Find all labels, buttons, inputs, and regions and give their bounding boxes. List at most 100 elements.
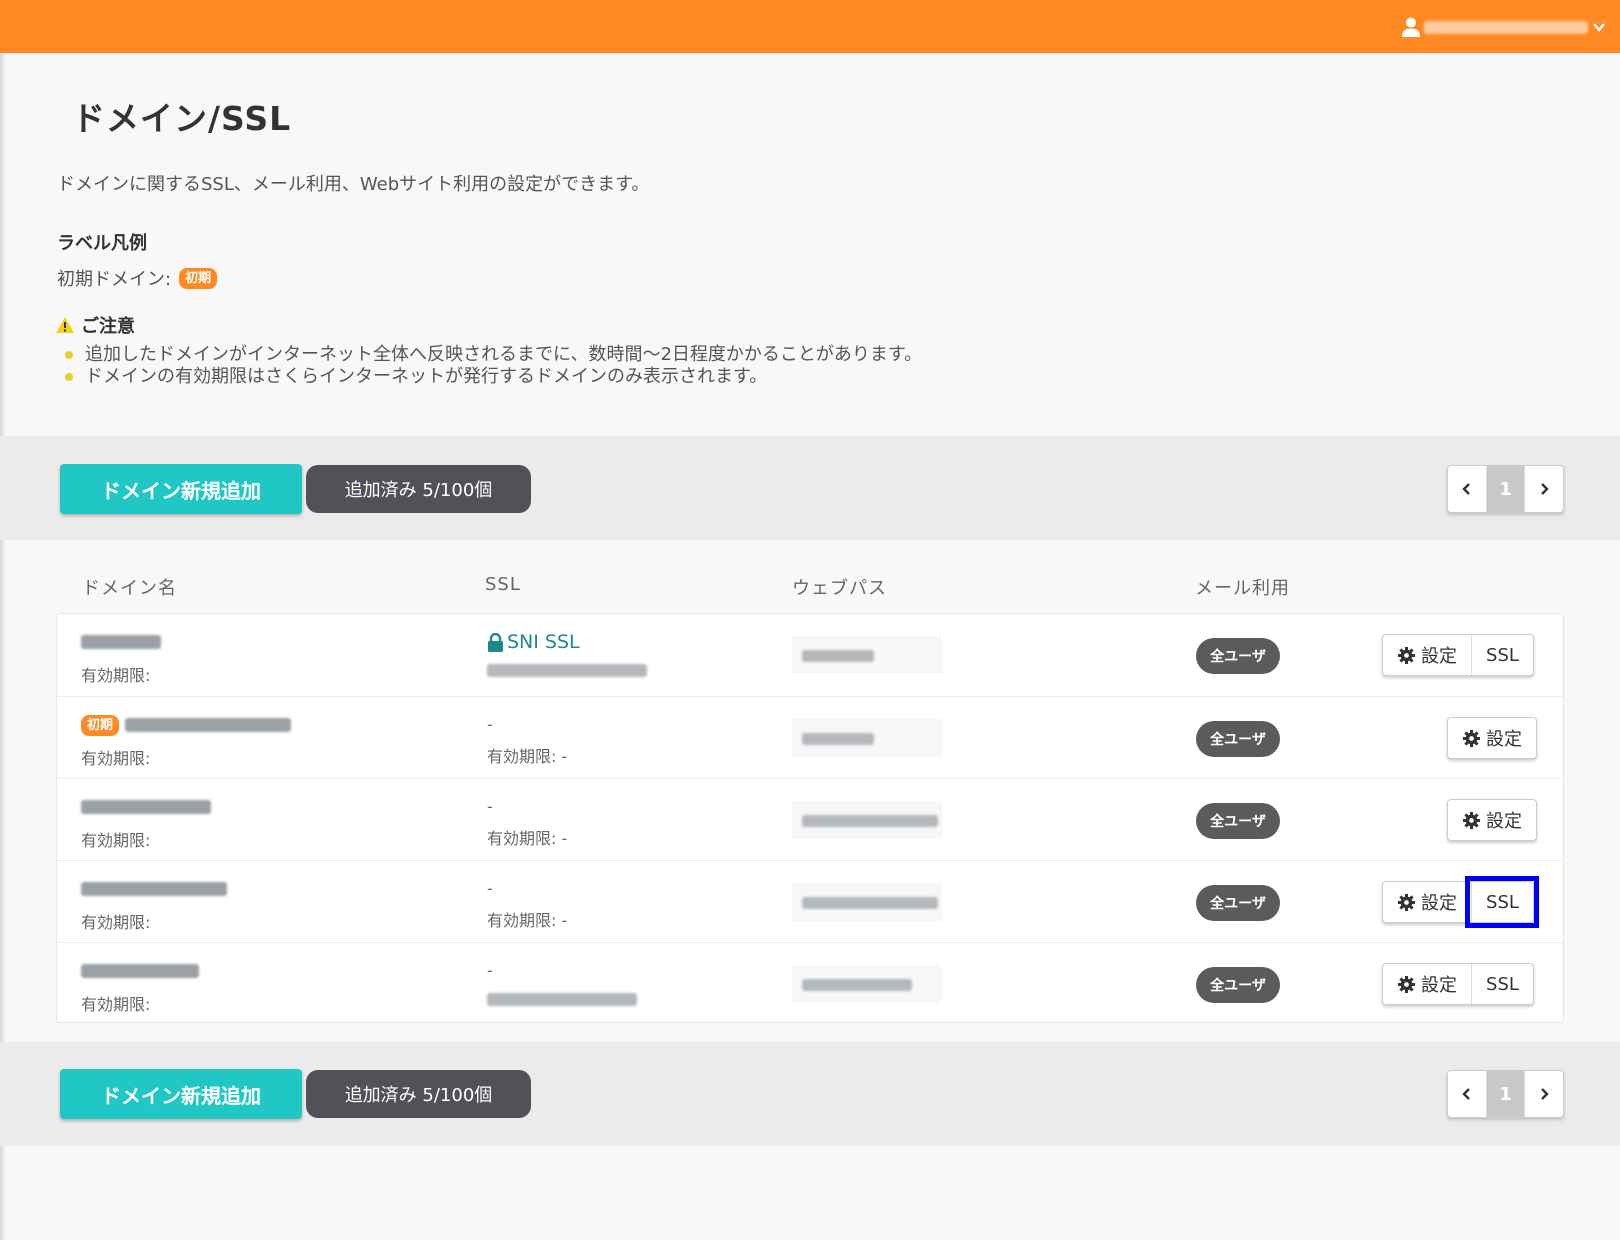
domain-name-redacted[interactable] bbox=[125, 718, 292, 732]
next-page-button[interactable] bbox=[1524, 466, 1563, 512]
mail-usage-badge: 全ユーザ bbox=[1196, 967, 1280, 1003]
web-path-cell bbox=[792, 801, 942, 839]
domain-expiry: 有効期限: bbox=[81, 995, 151, 1014]
domain-name-redacted[interactable] bbox=[81, 964, 199, 978]
notice-item: 追加したドメインがインターネット全体へ反映されるまでに、数時間〜2日程度かかるこ… bbox=[63, 344, 922, 366]
chevron-down-icon bbox=[1593, 23, 1605, 32]
table-row: 有効期限: SNI SSL 全ユーザ 設定 SSL bbox=[57, 614, 1563, 696]
pagination: 1 bbox=[1447, 1070, 1564, 1118]
domain-cell: 有効期限: bbox=[81, 959, 199, 1015]
gear-icon bbox=[1397, 893, 1416, 911]
web-path-redacted bbox=[802, 733, 874, 745]
row-actions: 設定 SSL bbox=[1382, 634, 1534, 676]
settings-button[interactable]: 設定 bbox=[1448, 718, 1536, 758]
ssl-cell: - 有効期限: - bbox=[487, 877, 568, 930]
web-path-redacted bbox=[802, 897, 938, 909]
domain-expiry: 有効期限: bbox=[81, 913, 151, 932]
mail-usage-badge: 全ユーザ bbox=[1196, 721, 1280, 757]
web-path-redacted bbox=[802, 815, 938, 827]
prev-page-button[interactable] bbox=[1448, 1071, 1487, 1117]
row-actions: 設定 bbox=[1447, 717, 1537, 759]
toolbar-top: ドメイン新規追加 追加済み 5/100個 1 bbox=[0, 436, 1620, 540]
gear-icon bbox=[1462, 811, 1481, 829]
ssl-expiry: 有効期限: - bbox=[487, 911, 568, 930]
ssl-button-highlighted[interactable]: SSL bbox=[1465, 876, 1539, 928]
account-name-redacted bbox=[1424, 20, 1588, 34]
column-header-domain: ドメイン名 bbox=[82, 578, 177, 599]
settings-label: 設定 bbox=[1486, 811, 1522, 832]
domain-count: 追加済み 5/100個 bbox=[306, 465, 531, 513]
domain-table: 有効期限: SNI SSL 全ユーザ 設定 SSL 初期 有効期限: - 有効期… bbox=[56, 613, 1564, 1023]
table-row: 有効期限: - 全ユーザ 設定 SSL bbox=[57, 942, 1563, 1024]
chevron-right-icon bbox=[1541, 483, 1549, 495]
settings-button[interactable]: 設定 bbox=[1383, 964, 1471, 1004]
ssl-expiry: 有効期限: - bbox=[487, 829, 568, 848]
web-path-cell bbox=[792, 883, 942, 921]
ssl-cell: - 有効期限: - bbox=[487, 795, 568, 848]
domain-name-redacted[interactable] bbox=[81, 882, 227, 896]
notice-item: ドメインの有効期限はさくらインターネットが発行するドメインのみ表示されます。 bbox=[63, 366, 922, 388]
pagination: 1 bbox=[1447, 465, 1564, 513]
ssl-status-link[interactable]: SNI SSL bbox=[487, 630, 647, 654]
settings-button[interactable]: 設定 bbox=[1383, 882, 1471, 922]
gear-icon bbox=[1397, 975, 1416, 993]
domain-expiry: 有効期限: bbox=[81, 831, 151, 850]
ssl-status: - bbox=[487, 879, 493, 898]
chevron-left-icon bbox=[1462, 1088, 1470, 1100]
legend-title: ラベル凡例 bbox=[57, 233, 147, 254]
notice-list: 追加したドメインがインターネット全体へ反映されるまでに、数時間〜2日程度かかるこ… bbox=[63, 344, 922, 388]
ssl-cell: - bbox=[487, 959, 637, 1010]
column-header-web-path: ウェブパス bbox=[792, 578, 887, 599]
notice-title: ご注意 bbox=[81, 316, 135, 337]
legend-initial-label: 初期ドメイン: bbox=[57, 269, 172, 290]
ssl-cell: SNI SSL bbox=[487, 630, 647, 681]
page-number[interactable]: 1 bbox=[1486, 1071, 1525, 1117]
ssl-button[interactable]: SSL bbox=[1471, 635, 1533, 675]
table-row: 有効期限: - 有効期限: - 全ユーザ 設定 bbox=[57, 778, 1563, 860]
ssl-expiry-redacted bbox=[487, 993, 637, 1006]
web-path-cell bbox=[792, 719, 942, 757]
row-actions: 設定 bbox=[1447, 799, 1537, 841]
page-title: ドメイン/SSL bbox=[72, 99, 292, 138]
domain-name-redacted[interactable] bbox=[81, 800, 211, 814]
chevron-left-icon bbox=[1462, 483, 1470, 495]
web-path-cell bbox=[792, 636, 942, 674]
settings-label: 設定 bbox=[1486, 729, 1522, 750]
domain-cell: 有効期限: bbox=[81, 630, 161, 686]
notice-heading: ご注意 bbox=[55, 312, 135, 338]
legend-initial-domain: 初期ドメイン: 初期 bbox=[57, 265, 218, 291]
table-row: 初期 有効期限: - 有効期限: - 全ユーザ 設定 bbox=[57, 696, 1563, 778]
web-path-cell bbox=[792, 965, 942, 1003]
domain-expiry: 有効期限: bbox=[81, 749, 151, 768]
ssl-button[interactable]: SSL bbox=[1471, 964, 1533, 1004]
row-actions: 設定 SSL bbox=[1382, 963, 1534, 1005]
chevron-right-icon bbox=[1541, 1088, 1549, 1100]
toolbar-bottom: ドメイン新規追加 追加済み 5/100個 1 bbox=[0, 1042, 1620, 1146]
initial-badge: 初期 bbox=[179, 267, 218, 289]
next-page-button[interactable] bbox=[1524, 1071, 1563, 1117]
ssl-type: SNI SSL bbox=[507, 631, 580, 653]
domain-cell: 初期 有効期限: bbox=[81, 713, 292, 769]
column-header-mail: メール利用 bbox=[1195, 578, 1290, 599]
row-actions: 設定 SSL bbox=[1382, 876, 1539, 928]
domain-name-redacted[interactable] bbox=[81, 635, 161, 649]
ssl-cell: - 有効期限: - bbox=[487, 713, 568, 766]
settings-button[interactable]: 設定 bbox=[1448, 800, 1536, 840]
gear-icon bbox=[1397, 646, 1416, 664]
user-account-menu[interactable] bbox=[1402, 16, 1606, 38]
add-domain-button[interactable]: ドメイン新規追加 bbox=[60, 1069, 302, 1119]
mail-usage-badge: 全ユーザ bbox=[1196, 885, 1280, 921]
add-domain-button[interactable]: ドメイン新規追加 bbox=[60, 464, 302, 514]
mail-usage-badge: 全ユーザ bbox=[1196, 638, 1280, 674]
lock-icon bbox=[488, 632, 503, 652]
settings-button[interactable]: 設定 bbox=[1383, 635, 1471, 675]
web-path-redacted bbox=[802, 979, 912, 991]
settings-label: 設定 bbox=[1421, 646, 1457, 667]
domain-cell: 有効期限: bbox=[81, 795, 211, 851]
ssl-expiry: 有効期限: - bbox=[487, 747, 568, 766]
table-row: 有効期限: - 有効期限: - 全ユーザ 設定 SSL bbox=[57, 860, 1563, 942]
ssl-status: - bbox=[487, 797, 493, 816]
prev-page-button[interactable] bbox=[1448, 466, 1487, 512]
page-number[interactable]: 1 bbox=[1486, 466, 1525, 512]
mail-usage-badge: 全ユーザ bbox=[1196, 803, 1280, 839]
